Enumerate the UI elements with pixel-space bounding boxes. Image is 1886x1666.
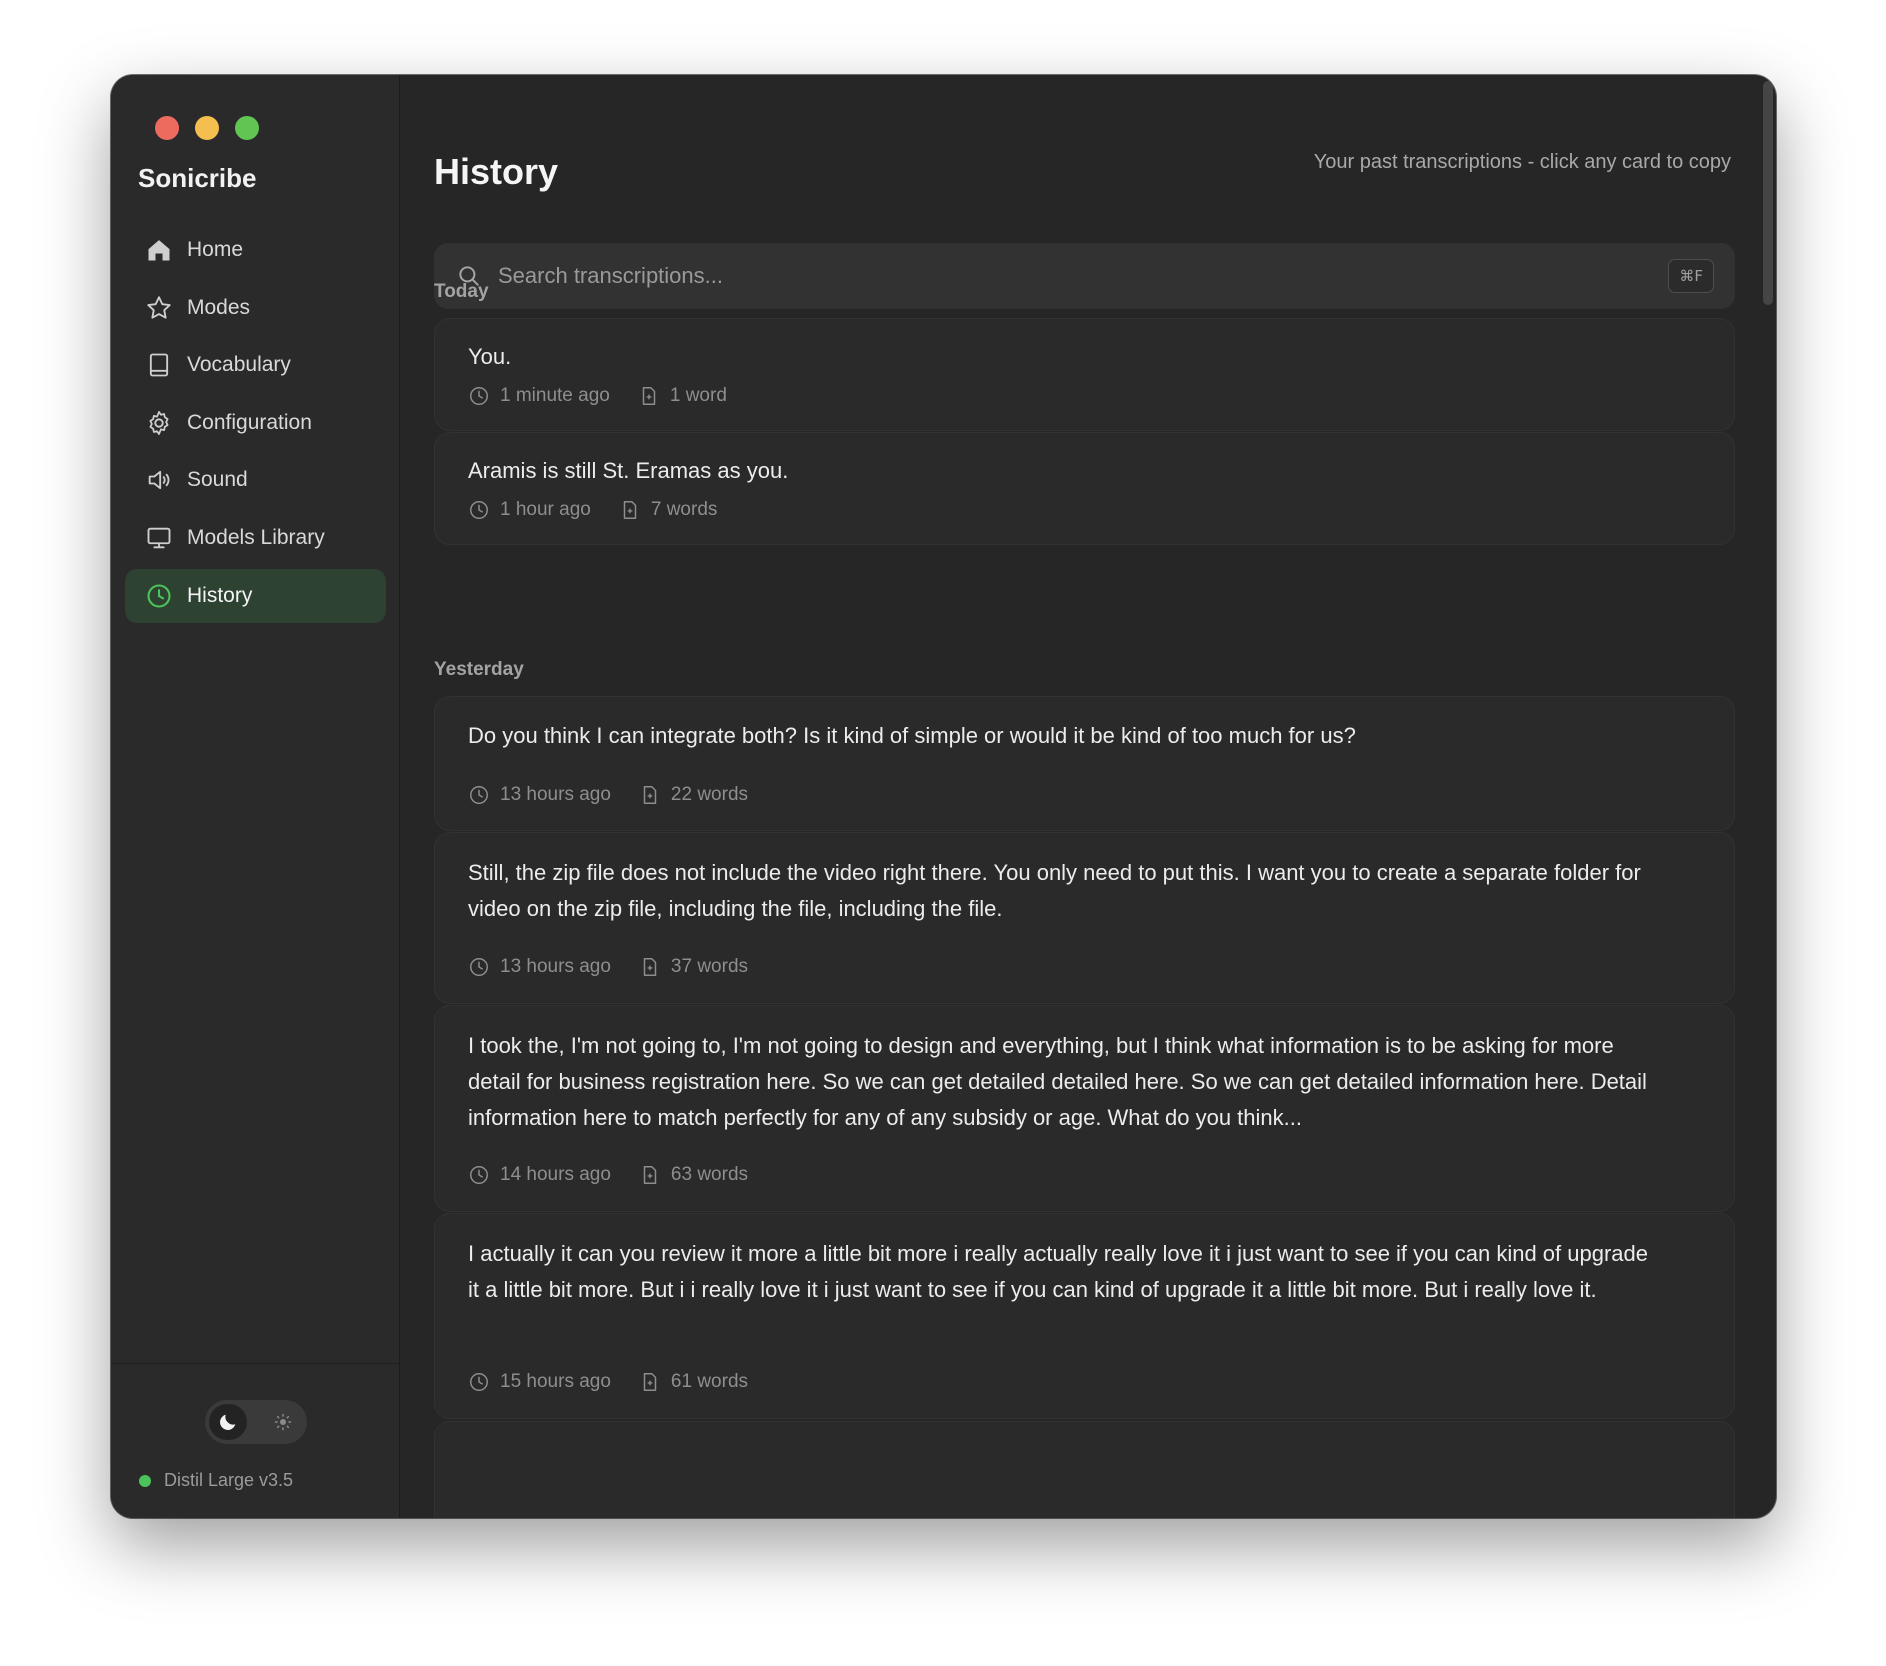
card-meta: 15 hours ago 61 words [468,1371,776,1393]
monitor-icon [145,524,173,552]
sidebar-item-home[interactable]: Home [125,223,386,277]
clock-icon [468,1371,500,1393]
word-count: 37 words [670,956,749,977]
transcription-card[interactable] [434,1421,1735,1518]
sidebar-item-history[interactable]: History [125,568,386,623]
clock-icon [468,499,500,521]
app-name: Sonicribe [138,163,257,193]
sidebar-item-label: Models Library [187,525,325,549]
theme-toggle[interactable] [205,1400,307,1444]
sidebar-item-sound[interactable]: Sound [125,453,386,507]
light-mode-option[interactable] [269,1408,297,1436]
timestamp: 1 hour ago [500,499,591,520]
transcription-text: I took the, I'm not going to, I'm not go… [468,1033,1647,1130]
model-status: Distil Large v3.5 [139,1470,293,1491]
transcription-card[interactable]: Do you think I can integrate both? Is it… [434,696,1735,831]
document-icon [639,1164,671,1186]
clock-icon [468,784,500,806]
transcription-text: Aramis is still St. Eramas as you. [468,458,789,483]
card-meta: 13 hours ago 22 words [468,784,776,806]
timestamp: 15 hours ago [500,1371,611,1392]
timestamp: 13 hours ago [500,956,611,977]
sidebar: Sonicribe Home Modes Vocabulary Configur… [111,75,400,1518]
sidebar-item-models-library[interactable]: Models Library [125,511,386,565]
transcription-card[interactable]: Aramis is still St. Eramas as you. 1 hou… [434,432,1735,545]
sidebar-item-vocabulary[interactable]: Vocabulary [125,338,386,392]
word-count: 61 words [670,1371,749,1392]
dark-mode-option[interactable] [209,1404,247,1440]
card-meta: 14 hours ago 63 words [468,1164,776,1186]
sidebar-item-modes[interactable]: Modes [125,281,386,335]
timestamp: 1 minute ago [500,385,610,406]
card-meta: 1 minute ago 1 word [468,385,755,407]
gear-icon [145,409,173,437]
word-count: 1 word [669,385,727,406]
transcription-card[interactable]: Still, the zip file does not include the… [434,832,1735,1004]
word-count: 63 words [670,1164,749,1185]
sidebar-item-label: Sound [187,468,248,492]
status-dot [139,1474,151,1487]
document-icon [639,784,671,806]
document-icon [639,956,671,978]
transcription-text: You. [468,344,512,369]
timestamp: 14 hours ago [500,1164,611,1185]
document-icon [638,385,670,407]
sidebar-item-label: Modes [187,295,251,319]
transcription-text: I actually it can you review it more a l… [468,1241,1648,1302]
transcription-card[interactable]: You. 1 minute ago 1 word [434,318,1735,431]
card-meta: 13 hours ago 37 words [468,956,776,978]
section-label-today: Today [434,281,489,302]
document-icon [639,1371,671,1393]
sidebar-item-label: Vocabulary [187,353,291,377]
close-window-button[interactable] [155,116,179,140]
clock-icon [145,582,173,610]
speaker-icon [145,466,173,494]
transcription-text: Do you think I can integrate both? Is it… [468,723,1356,748]
scrollbar[interactable] [1763,81,1773,305]
page-title: History [434,151,559,192]
book-icon [145,351,173,379]
transcription-card[interactable]: I actually it can you review it more a l… [434,1213,1735,1419]
clock-icon [468,385,500,407]
word-count: 7 words [650,499,718,520]
home-icon [145,236,173,264]
sidebar-nav: Home Modes Vocabulary Configuration Soun… [125,223,386,626]
maximize-window-button[interactable] [235,116,259,140]
transcription-card[interactable]: I took the, I'm not going to, I'm not go… [434,1005,1735,1212]
sidebar-item-label: History [187,583,253,607]
word-count: 22 words [670,784,749,805]
app-window: Sonicribe Home Modes Vocabulary Configur… [111,75,1776,1518]
sidebar-item-configuration[interactable]: Configuration [125,396,386,450]
search-bar[interactable]: ⌘F [434,243,1735,309]
moon-icon [217,1411,239,1433]
sun-icon [274,1413,292,1431]
section-label-yesterday: Yesterday [434,659,524,680]
search-input[interactable] [498,263,1648,289]
window-controls [155,116,259,140]
card-meta: 1 hour ago 7 words [468,499,745,521]
sidebar-item-label: Home [187,238,244,261]
main-content: History Your past transcriptions - click… [401,75,1776,1518]
document-icon [619,499,651,521]
search-shortcut-badge: ⌘F [1668,259,1714,293]
clock-icon [468,1164,500,1186]
sidebar-item-label: Configuration [187,410,312,434]
minimize-window-button[interactable] [195,116,219,140]
sidebar-divider [111,1363,399,1364]
clock-icon [468,956,500,978]
star-icon [145,294,173,322]
model-name: Distil Large v3.5 [164,1470,294,1490]
transcription-text: Still, the zip file does not include the… [468,860,1641,921]
timestamp: 13 hours ago [500,784,611,805]
page-subtitle: Your past transcriptions - click any car… [1313,151,1731,173]
